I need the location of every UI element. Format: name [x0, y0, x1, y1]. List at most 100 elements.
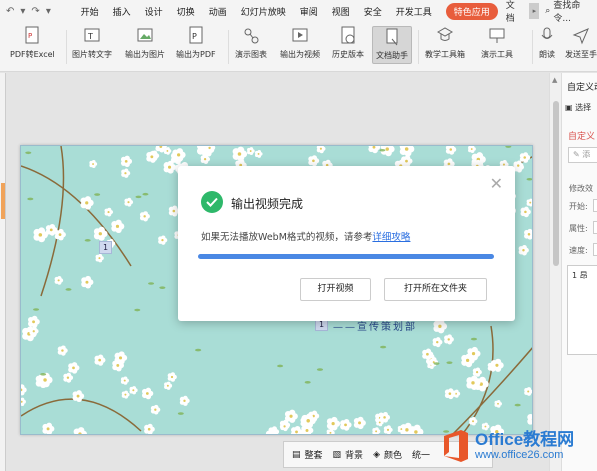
svg-text:P: P — [192, 32, 197, 41]
menu-home[interactable]: 开始 — [81, 5, 99, 18]
start-label: 开始: — [569, 202, 588, 211]
export-video-label: 输出为视频 — [280, 50, 320, 59]
pdf-icon: P — [186, 26, 206, 46]
palette-icon: ◈ — [373, 449, 380, 460]
start-select[interactable] — [593, 199, 597, 212]
menu-insert[interactable]: 插入 — [113, 5, 131, 18]
dialog-message: 如果无法播放WebM格式的视频，请参考详细攻略 — [201, 229, 410, 243]
pdf-to-excel-button[interactable]: P PDF转Excel — [10, 26, 55, 60]
pdf-excel-icon: P — [22, 26, 42, 46]
export-video-button[interactable]: 输出为视频 — [280, 26, 320, 60]
doc-helper-button[interactable]: 文档助手 — [372, 26, 412, 64]
select-pane-button[interactable]: ▣ 选择 — [565, 102, 591, 113]
office26-watermark: Office教程网 www.office26.com — [441, 420, 597, 471]
property-select[interactable] — [593, 221, 597, 234]
export-complete-dialog: ✕ 输出视频完成 如果无法播放WebM格式的视频，请参考详细攻略 打开视频 打开… — [178, 166, 515, 321]
history-label: 历史版本 — [332, 50, 364, 59]
export-image-label: 输出为图片 — [125, 50, 165, 59]
toolbar-divider — [532, 30, 533, 64]
scroll-thumb[interactable] — [553, 101, 559, 266]
redo-icon[interactable]: ↷ — [31, 6, 39, 17]
quick-access: ↶ ▾ ↷ ▾ — [0, 6, 81, 17]
watermark-brand: Office教程网 — [475, 430, 575, 449]
color-button[interactable]: ◈ 颜色 — [373, 448, 402, 462]
speed-select[interactable] — [593, 243, 597, 256]
modify-effect-label: 修改效 — [569, 184, 593, 193]
add-effect-button[interactable]: ✎ 添 — [568, 147, 597, 163]
toolbar-divider — [66, 30, 67, 64]
slide-thumbnail-strip[interactable] — [0, 73, 6, 471]
scroll-up-icon[interactable]: ▲ — [552, 76, 557, 84]
send-to-phone-button[interactable]: 发送至手 — [565, 26, 597, 60]
teaching-tools-button[interactable]: 教学工具箱 — [425, 26, 465, 60]
animation-list-item[interactable]: 1 昂 — [572, 271, 588, 280]
search-label: 查找命令... — [553, 1, 581, 24]
menu-animation[interactable]: 动画 — [209, 5, 227, 18]
menu-view[interactable]: 视图 — [332, 5, 350, 18]
speed-label: 速度: — [569, 246, 588, 255]
set-button[interactable]: ▤ 整套 — [292, 448, 323, 462]
ribbon-toolbar: P PDF转Excel T 图片转文字 输出为图片 P 输出为PDF 演示图表 … — [0, 22, 597, 72]
set-icon: ▤ — [292, 449, 301, 460]
undo-icon[interactable]: ↶ — [6, 6, 14, 17]
doc-helper-label: 文档助手 — [376, 51, 408, 60]
microphone-icon — [537, 26, 557, 46]
menu-document[interactable]: 文档 — [506, 0, 524, 24]
customize-icon[interactable]: ▾ — [46, 6, 51, 17]
export-pdf-button[interactable]: P 输出为PDF — [176, 26, 216, 60]
custom-animation-heading: 自定义 — [568, 132, 596, 142]
close-icon[interactable]: ✕ — [490, 174, 503, 193]
command-search[interactable]: ⌕ 查找命令... — [545, 0, 597, 24]
vertical-scrollbar[interactable]: ▲ — [549, 73, 561, 471]
menu-developer[interactable]: 开发工具 — [396, 5, 432, 18]
svg-text:T: T — [87, 32, 93, 41]
custom-animation-panel: 自定义动 ▣ 选择 自定义 ✎ 添 修改效 开始: 属性: 速度: 1 昂 — [561, 73, 597, 471]
open-folder-button[interactable]: 打开所在文件夹 — [384, 278, 487, 301]
select-pane-label: 选择 — [575, 103, 592, 112]
redo-dropdown-icon[interactable]: ▾ — [20, 6, 25, 17]
history-button[interactable]: 历史版本 — [332, 26, 364, 60]
menu-transition[interactable]: 切换 — [177, 5, 195, 18]
send-icon — [571, 26, 591, 46]
add-effect-label: 添 — [582, 150, 591, 159]
read-aloud-button[interactable]: 朗读 — [537, 26, 557, 60]
demo-chart-button[interactable]: 演示图表 — [235, 26, 267, 60]
watermark-url: www.office26.com — [475, 449, 564, 461]
animation-list[interactable]: 1 昂 — [567, 265, 597, 355]
menu-design[interactable]: 设计 — [145, 5, 163, 18]
svg-text:P: P — [28, 32, 32, 40]
menu-security[interactable]: 安全 — [364, 5, 382, 18]
unify-button[interactable]: 统一 — [412, 448, 430, 461]
menu-special-apps[interactable]: 特色应用 — [445, 2, 498, 20]
demo-tools-button[interactable]: 演示工具 — [481, 26, 513, 60]
set-label: 整套 — [304, 451, 323, 461]
open-video-button[interactable]: 打开视频 — [300, 278, 371, 301]
menu-bar: ↶ ▾ ↷ ▾ 开始 插入 设计 切换 动画 幻灯片放映 审阅 视图 安全 开发… — [0, 0, 597, 24]
menu-slideshow[interactable]: 幻灯片放映 — [241, 5, 286, 18]
background-label: 背景 — [345, 451, 364, 461]
teaching-tools-label: 教学工具箱 — [425, 50, 465, 59]
panel-title: 自定义动 — [567, 83, 597, 93]
animation-badge-1[interactable]: 1 — [99, 241, 112, 254]
video-icon — [290, 26, 310, 46]
image-to-text-button[interactable]: T 图片转文字 — [72, 26, 112, 60]
details-link[interactable]: 详细攻略 — [372, 232, 410, 243]
dialog-title: 输出视频完成 — [231, 197, 304, 211]
office-logo-icon — [444, 429, 468, 462]
demo-chart-label: 演示图表 — [235, 50, 267, 59]
menu-review[interactable]: 审阅 — [300, 5, 318, 18]
background-button[interactable]: ▧ 背景 — [332, 448, 364, 462]
search-icon: ⌕ — [545, 6, 551, 16]
export-progress-bar — [198, 254, 494, 259]
menu-scroll-right[interactable]: ▸ — [529, 3, 540, 19]
export-image-button[interactable]: 输出为图片 — [125, 26, 165, 60]
current-slide-marker — [1, 183, 5, 219]
background-icon: ▧ — [332, 449, 342, 460]
demo-tools-label: 演示工具 — [481, 50, 513, 59]
chart-icon — [241, 26, 261, 46]
export-pdf-label: 输出为PDF — [176, 50, 216, 59]
teaching-icon — [435, 26, 455, 46]
dialog-message-text: 如果无法播放WebM格式的视频，请参考 — [201, 232, 373, 243]
send-to-label: 发送至手 — [565, 50, 597, 59]
property-label: 属性: — [569, 224, 588, 233]
